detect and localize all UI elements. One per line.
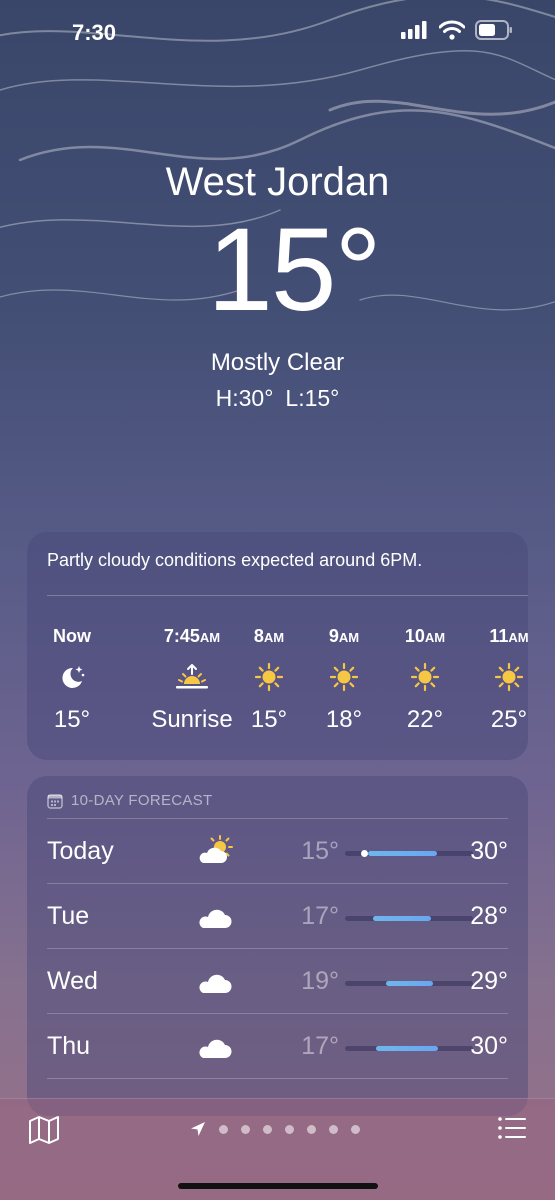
sun-icon — [380, 656, 470, 698]
temperature-range-fill — [375, 1046, 439, 1051]
day-row[interactable]: Today 15° 30° — [47, 819, 508, 884]
high-temp: 29° — [470, 967, 508, 995]
forecast-header: 10-DAY FORECAST — [47, 792, 212, 809]
sun-icon — [464, 656, 528, 698]
hour-time: Now — [53, 626, 91, 646]
high-temp: 30° — [470, 837, 508, 865]
cloud-icon — [195, 900, 235, 937]
hourly-forecast-card[interactable]: Partly cloudy conditions expected around… — [27, 532, 528, 760]
low-temp: 17° — [301, 902, 339, 930]
temperature-range-fill — [385, 981, 434, 986]
forecast-header-label: 10-DAY FORECAST — [71, 792, 213, 809]
status-bar: 7:30 — [0, 0, 555, 70]
city-name: West Jordan — [165, 160, 390, 204]
current-temp-marker — [360, 850, 368, 857]
low-temperature: L:15° — [285, 385, 340, 411]
hourly-list[interactable]: Now 15° 7:45AM Sunrise 8AM 15° 9AM 18° 1… — [27, 626, 528, 746]
hour-temperature: 22° — [406, 706, 444, 733]
day-row[interactable]: Thu 17° 30° — [47, 1014, 508, 1079]
current-weather: West Jordan 15° Mostly Clear H:30° L:15° — [0, 160, 555, 412]
hour-temperature: 25° — [490, 706, 528, 733]
status-time: 7:30 — [72, 20, 117, 45]
low-temp: 17° — [301, 1032, 339, 1060]
divider — [47, 1078, 508, 1079]
hour-time: 11AM — [489, 626, 528, 646]
page-dot[interactable] — [285, 1124, 294, 1134]
location-list-button[interactable] — [497, 1115, 527, 1146]
list-icon — [498, 1117, 526, 1139]
temperature-range-bar — [345, 1046, 473, 1051]
high-temp: 30° — [470, 1032, 508, 1060]
weather-condition: Mostly Clear — [210, 349, 345, 376]
temperature-range-fill — [373, 916, 431, 921]
page-dot[interactable] — [263, 1124, 272, 1134]
location-arrow-icon — [191, 1122, 205, 1136]
hour-item: 9AM 18° — [299, 626, 389, 734]
map-button[interactable] — [28, 1115, 60, 1150]
temperature-range-bar — [345, 981, 473, 986]
high-low: H:30° L:15° — [0, 385, 555, 412]
moon-stars-icon — [27, 656, 117, 698]
temperature-range-bar — [345, 916, 473, 921]
hour-time: 9AM — [328, 626, 360, 646]
hour-item: 10AM 22° — [380, 626, 470, 734]
calendar-icon — [47, 793, 63, 809]
hour-temperature: 18° — [325, 706, 363, 733]
page-dot[interactable] — [219, 1124, 228, 1134]
low-temp: 15° — [301, 837, 339, 865]
battery-icon — [475, 20, 512, 40]
high-temp: 28° — [470, 902, 508, 930]
hour-item: 11AM 25° — [464, 626, 528, 734]
hour-item: Now 15° — [27, 626, 117, 734]
home-indicator — [178, 1183, 378, 1189]
high-temperature: H:30° — [215, 385, 274, 411]
page-dot[interactable] — [241, 1124, 250, 1134]
page-dot[interactable] — [351, 1124, 360, 1134]
temperature-range-bar — [345, 850, 473, 857]
day-name: Today — [47, 837, 114, 865]
divider — [47, 595, 528, 596]
page-indicator[interactable] — [190, 1121, 360, 1137]
low-temp: 19° — [301, 967, 339, 995]
day-name: Thu — [47, 1032, 91, 1060]
cloud-icon — [195, 1030, 235, 1067]
current-temperature: 15° — [207, 204, 381, 336]
hour-time: 10AM — [404, 626, 446, 646]
page-dot[interactable] — [307, 1124, 316, 1134]
wifi-icon — [439, 20, 465, 40]
cloud-icon — [195, 965, 235, 1002]
day-name: Tue — [47, 902, 90, 930]
day-row[interactable]: Tue 17° 28° — [47, 884, 508, 949]
map-icon — [29, 1116, 59, 1144]
day-name: Wed — [47, 967, 98, 995]
temperature-range-fill — [368, 851, 438, 856]
ten-day-forecast-card[interactable]: 10-DAY FORECAST Today 15° 30° Tue 17° 28… — [27, 776, 528, 1116]
page-dot[interactable] — [329, 1124, 338, 1134]
hour-temperature: 15° — [53, 706, 91, 733]
cellular-signal-icon — [401, 21, 427, 39]
day-row[interactable]: Wed 19° 29° — [47, 949, 508, 1014]
partly-sunny-cloud-icon — [195, 835, 235, 872]
sun-icon — [299, 656, 389, 698]
forecast-summary: Partly cloudy conditions expected around… — [47, 550, 423, 570]
status-icons — [401, 20, 513, 40]
